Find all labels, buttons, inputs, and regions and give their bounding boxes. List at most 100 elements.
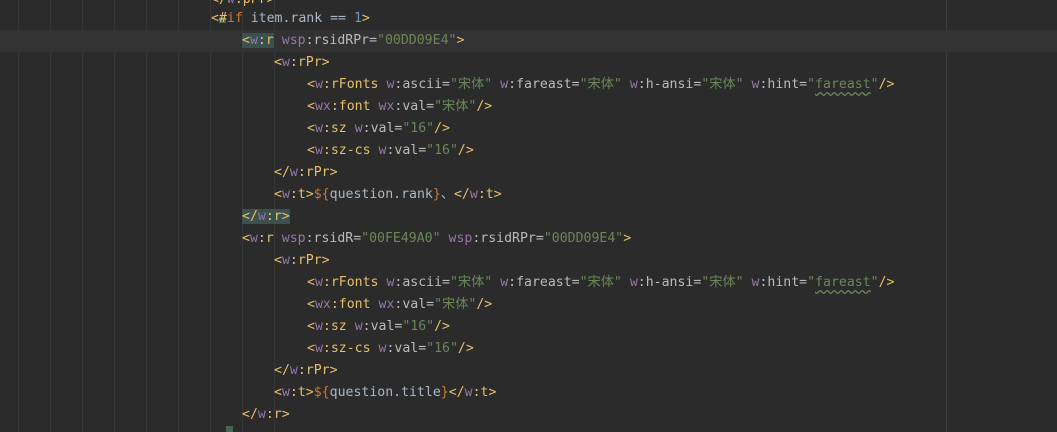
code-token: } <box>432 187 441 202</box>
code-token: < <box>307 297 315 312</box>
code-line[interactable]: <w:sz-cs w:val="16"/> <box>0 140 1057 162</box>
code-token: :r <box>257 33 274 48</box>
code-token: ${ <box>313 187 330 202</box>
code-token: "宋体" <box>434 99 477 114</box>
code-line[interactable]: <#if item.rank == 1> <box>0 8 1057 30</box>
code-token: < <box>274 385 282 400</box>
code-token: wsp <box>281 33 306 48</box>
code-token: < <box>307 143 315 158</box>
code-line[interactable]: <w:t>${question.rank}、</w:t> <box>0 184 1057 206</box>
code-token: < <box>274 253 282 268</box>
code-line[interactable]: <w:sz w:val="16"/> <box>0 316 1057 338</box>
code-token: w <box>500 77 509 92</box>
code-token: /> <box>476 297 493 312</box>
code-token: w <box>629 77 638 92</box>
code-token: < <box>274 187 282 202</box>
code-token: w <box>314 121 323 136</box>
code-token: } <box>440 385 449 400</box>
code-token: w <box>500 275 509 290</box>
code-line[interactable]: </w:r> <box>0 404 1057 426</box>
code-token: </ <box>453 187 470 202</box>
code-token: 1 <box>353 11 362 26</box>
code-line[interactable]: <w:r wsp:rsidR="00FE49A0" wsp:rsidRPr="0… <box>0 228 1057 250</box>
code-line[interactable]: <w:rFonts w:ascii="宋体" w:fareast="宋体" w:… <box>0 74 1057 96</box>
code-token: w <box>464 385 473 400</box>
code-token: /> <box>878 275 895 290</box>
code-token: :rPr> <box>289 55 330 70</box>
code-token: :r> <box>265 407 290 422</box>
code-line[interactable]: </w:rPr> <box>0 360 1057 382</box>
code-token: "宋体" <box>434 297 477 312</box>
code-token: fareast <box>815 275 871 290</box>
code-token: :t> <box>289 385 314 400</box>
code-token: w <box>249 33 258 48</box>
code-token: wx <box>314 99 331 114</box>
code-token: w <box>354 319 363 334</box>
code-token: :r> <box>265 209 290 224</box>
code-token: " <box>870 275 879 290</box>
code-line[interactable]: <w:rPr> <box>0 52 1057 74</box>
code-token: w <box>257 209 266 224</box>
code-token: /> <box>434 121 450 136</box>
change-marker <box>226 426 233 432</box>
code-token: :rsidR= <box>305 231 362 246</box>
code-token: :h-ansi= <box>637 77 702 92</box>
code-token: "宋体" <box>701 275 744 290</box>
code-token: :val= <box>386 143 427 158</box>
code-token: < <box>307 77 315 92</box>
code-token: :val= <box>394 99 435 114</box>
code-token: w <box>314 319 323 334</box>
code-token: /> <box>457 341 474 356</box>
code-token: w <box>227 0 235 7</box>
code-token: :h-ansi= <box>637 275 702 290</box>
code-token: :val= <box>386 341 427 356</box>
code-token: w <box>314 77 323 92</box>
code-token: </ <box>242 209 258 224</box>
code-token: question.rank <box>329 187 433 202</box>
code-token: :hint= <box>759 275 808 290</box>
code-token: wx <box>378 99 395 114</box>
code-token: :rsidRPr= <box>472 231 544 246</box>
code-line[interactable]: <w:r wsp:rsidRPr="00DD09E4"> <box>0 30 1057 52</box>
code-token: :ascii= <box>394 275 450 290</box>
code-line[interactable]: </w:r> <box>0 206 1057 228</box>
code-token: > <box>456 33 465 48</box>
code-token: :font <box>330 297 371 312</box>
code-token: :sz <box>322 319 347 334</box>
code-token: :rPr> <box>289 253 330 268</box>
code-line[interactable]: </w:rPr> <box>0 162 1057 184</box>
code-token: :t> <box>477 187 502 202</box>
code-token: > <box>623 231 632 246</box>
code-line[interactable]: <w:sz-cs w:val="16"/> <box>0 338 1057 360</box>
code-token: w <box>289 165 298 180</box>
code-token: w <box>281 55 290 70</box>
code-token: " <box>807 275 816 290</box>
code-token: :ascii= <box>394 77 450 92</box>
code-token: w <box>257 407 266 422</box>
code-token: :val= <box>362 319 403 334</box>
code-editor[interactable]: </w:pPr><#if item.rank == 1><w:r wsp:rsi… <box>0 0 1057 432</box>
code-token: w <box>281 385 290 400</box>
code-token: </ <box>242 407 258 422</box>
code-token: <# <box>211 11 227 26</box>
code-line[interactable]: <wx:font wx:val="宋体"/> <box>0 294 1057 316</box>
code-token: "宋体" <box>579 275 622 290</box>
code-token: fareast <box>815 77 871 92</box>
code-line[interactable]: <w:sz w:val="16"/> <box>0 118 1057 140</box>
code-token: :rsidRPr= <box>305 33 378 48</box>
code-line[interactable]: <wx:font wx:val="宋体"/> <box>0 96 1057 118</box>
code-line[interactable]: <w:t>${question.title}</w:t> <box>0 382 1057 404</box>
code-token: "宋体" <box>579 77 622 92</box>
code-token: "宋体" <box>449 77 493 92</box>
code-line[interactable]: <w:rPr> <box>0 250 1057 272</box>
code-token: "16" <box>402 121 435 136</box>
code-line[interactable]: <w:rFonts w:ascii="宋体" w:fareast="宋体" w:… <box>0 272 1057 294</box>
code-token: < <box>242 231 250 246</box>
code-token: wx <box>314 297 331 312</box>
